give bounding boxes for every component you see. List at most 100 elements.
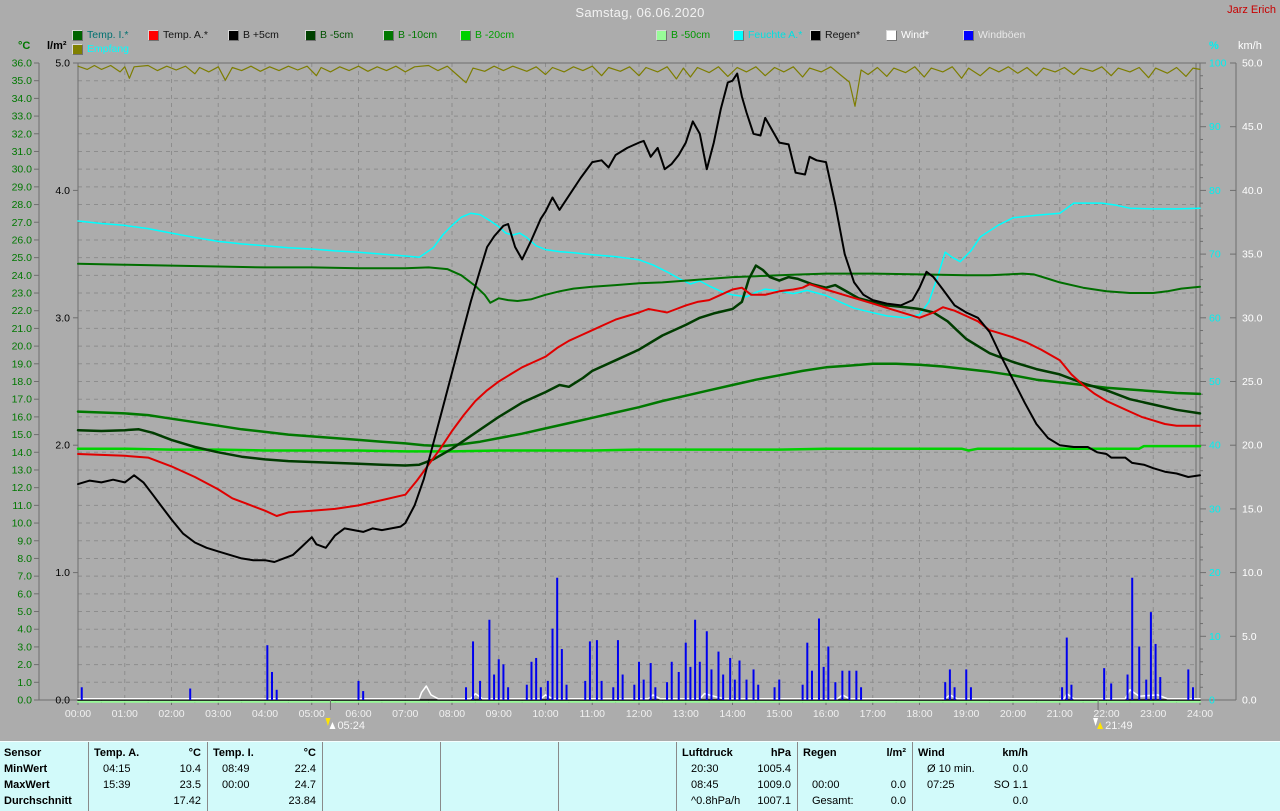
- stats-col-name: Temp. I.: [208, 745, 254, 761]
- stats-col-regen: Regenl/m²00:000.0Gesamt:0.0: [797, 742, 912, 811]
- stats-cell-time: 00:00: [798, 777, 840, 793]
- stats-cell: [323, 777, 440, 793]
- stats-cell-time: [913, 793, 927, 809]
- stats-col-name: Regen: [798, 745, 837, 761]
- tick-label: 12:00: [626, 708, 652, 720]
- tick-label: 17.0: [12, 394, 33, 406]
- stats-col-unit: l/m²: [886, 745, 912, 761]
- tick-label: 6.0: [17, 588, 32, 600]
- tick-label: 34.0: [12, 93, 33, 105]
- tick-label: 23.0: [12, 288, 33, 300]
- stats-cell-value: SO 1.1: [994, 777, 1034, 793]
- tick-label: 80: [1209, 185, 1221, 197]
- tick-label: 19.0: [12, 358, 33, 370]
- tick-label: 0: [1209, 695, 1215, 707]
- stats-cell-time: [323, 793, 337, 809]
- tick-label: 3.0: [17, 641, 32, 653]
- tick-label: 02:00: [158, 708, 184, 720]
- tick-label: 28.0: [12, 199, 33, 211]
- stats-cell-value: 1005.4: [757, 761, 797, 777]
- tick-label: 23:00: [1140, 708, 1166, 720]
- tick-label: 25.0: [1242, 376, 1263, 388]
- stats-col-empty-2: [322, 742, 440, 811]
- stats-cell-value: 1007.1: [757, 793, 797, 809]
- tick-label: 3.0: [55, 312, 70, 324]
- stats-cell: [323, 761, 440, 777]
- tick-label: 0.0: [17, 695, 32, 707]
- tick-label: 18:00: [906, 708, 932, 720]
- tick-label: 10.0: [1242, 567, 1263, 579]
- stats-cell-time: [323, 761, 337, 777]
- tick-label: 24:00: [1187, 708, 1213, 720]
- stats-cell-time: 00:00: [208, 777, 250, 793]
- tick-label: 20: [1209, 567, 1221, 579]
- stats-cell-time: [798, 761, 812, 777]
- tick-label: 5.0: [17, 606, 32, 618]
- tick-label: 40: [1209, 440, 1221, 452]
- tick-label: 12.0: [12, 482, 33, 494]
- stats-cell-value: 0.0: [891, 793, 912, 809]
- stats-cell: ^0.8hPa/h 1007.1: [677, 793, 797, 809]
- tick-label: 36.0: [12, 58, 33, 70]
- stats-cell: 15:3923.5: [89, 777, 207, 793]
- stats-cell-time: [208, 793, 222, 809]
- stats-col-wind: Windkm/hØ 10 min.0.007:25SO 1.10.0: [912, 742, 1034, 811]
- tick-label: 11.0: [12, 500, 32, 512]
- tick-label: 14.0: [12, 447, 33, 459]
- sunrise-marker-icon-2: [329, 722, 335, 729]
- stats-cell: 20:301005.4: [677, 761, 797, 777]
- stats-col-name: Wind: [913, 745, 945, 761]
- stats-cell-time: [441, 761, 455, 777]
- stats-cell: 00:00 24.7: [208, 777, 322, 793]
- stats-cell-value: 17.42: [173, 793, 207, 809]
- tick-label: 10: [1209, 631, 1221, 643]
- tick-label: 22.0: [12, 305, 33, 317]
- stats-cell: [798, 761, 912, 777]
- stats-cell: 0.0: [913, 793, 1034, 809]
- stats-col-luftdruck: LuftdruckhPa20:301005.408:451009.0^0.8hP…: [676, 742, 797, 811]
- stats-cell-time: 07:25: [913, 777, 955, 793]
- tick-label: 20.0: [12, 341, 33, 353]
- stats-cell-time: [559, 793, 573, 809]
- stats-cell: [559, 761, 676, 777]
- tick-label: 30: [1209, 503, 1221, 515]
- tick-label: 15.0: [1242, 503, 1263, 515]
- tick-label: 20.0: [1242, 440, 1263, 452]
- tick-label: 05:00: [299, 708, 325, 720]
- stats-cell-value: 24.7: [295, 777, 322, 793]
- tick-label: 9.0: [17, 535, 32, 547]
- stats-cell: 08:4922.4: [208, 761, 322, 777]
- tick-label: 33.0: [12, 111, 33, 123]
- tick-label: 25.0: [12, 252, 33, 264]
- stats-cell-value: 1009.0: [757, 777, 797, 793]
- stats-cell: 00:000.0: [798, 777, 912, 793]
- stats-cell-time: ^0.8hPa/h: [677, 793, 740, 809]
- stats-col-unit: km/h: [1002, 745, 1034, 761]
- stats-cell: [323, 793, 440, 809]
- tick-label: 4.0: [17, 624, 32, 636]
- stats-cell-value: 0.0: [1013, 793, 1034, 809]
- weather-chart: 0.01.02.03.04.05.06.07.08.09.010.011.012…: [0, 0, 1280, 740]
- tick-label: 08:00: [439, 708, 465, 720]
- tick-label: 30.0: [1242, 312, 1263, 324]
- stats-col-name: [323, 745, 328, 761]
- tick-label: 05:24: [337, 720, 365, 732]
- stats-cell-time: [441, 793, 455, 809]
- tick-label: 0.0: [55, 695, 70, 707]
- tick-label: 2.0: [55, 440, 70, 452]
- tick-label: 4.0: [55, 185, 70, 197]
- tick-label: 21:00: [1047, 708, 1073, 720]
- tick-label: 11:00: [580, 708, 606, 720]
- tick-label: 15:00: [766, 708, 792, 720]
- stats-cell-time: 08:45: [677, 777, 719, 793]
- stats-cell: [441, 761, 558, 777]
- tick-label: 16.0: [12, 411, 33, 423]
- tick-label: 32.0: [12, 128, 33, 140]
- stats-cell: 07:25 SO 1.1: [913, 777, 1034, 793]
- sunset-marker-icon: [1093, 718, 1098, 726]
- tick-label: 29.0: [12, 181, 33, 193]
- tick-label: 10.0: [12, 518, 33, 530]
- tick-label: 40.0: [1242, 185, 1263, 197]
- tick-label: 100: [1209, 58, 1227, 70]
- stats-cell-value: 0.0: [1013, 761, 1034, 777]
